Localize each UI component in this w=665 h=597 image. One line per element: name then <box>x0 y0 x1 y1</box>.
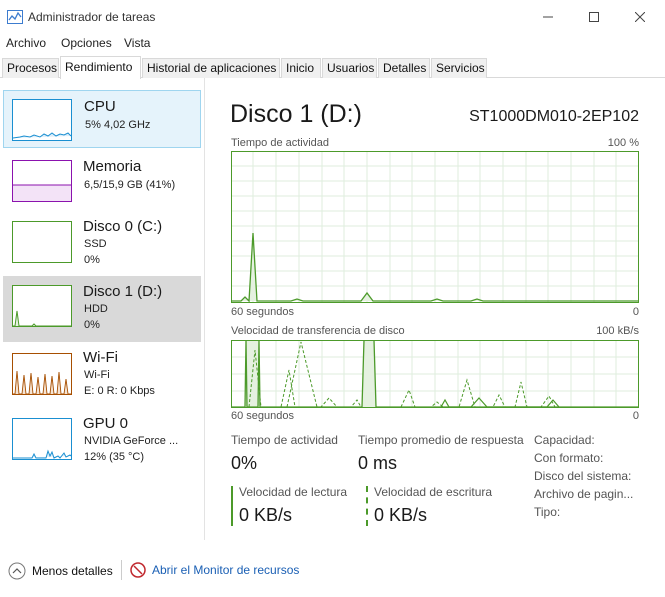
info-pagefile-label: Archivo de pagin... <box>534 487 634 501</box>
sidebar-item-gpu[interactable]: GPU 0 NVIDIA GeForce ... 12% (35 °C) <box>3 412 201 478</box>
menu-archivo[interactable]: Archivo <box>6 36 46 50</box>
disk-title: Disco 1 (D:) <box>230 100 362 128</box>
sidebar-item-detail: NVIDIA GeForce ... <box>84 435 179 447</box>
resource-monitor-label: Abrir el Monitor de recursos <box>152 563 300 577</box>
maximize-button[interactable] <box>571 0 617 34</box>
sidebar-item-memoria[interactable]: Memoria 6,5/15,9 GB (41%) <box>3 155 201 215</box>
info-system-disk-label: Disco del sistema: <box>534 469 632 483</box>
sidebar-item-cpu[interactable]: CPU 5% 4,02 GHz <box>3 90 201 148</box>
cpu-thumbnail-graph <box>12 99 72 141</box>
activity-graph-max: 100 % <box>607 137 639 149</box>
sidebar-item-title: GPU 0 <box>83 415 129 432</box>
sidebar-item-detail: 0% <box>84 254 100 266</box>
sidebar-item-wifi[interactable]: Wi-Fi Wi-Fi E: 0 R: 0 Kbps <box>3 346 201 408</box>
activity-graph-min: 0 <box>632 306 639 318</box>
tab-inicio[interactable]: Inicio <box>281 58 321 78</box>
sidebar-item-detail: SSD <box>84 238 107 250</box>
close-icon <box>635 12 645 22</box>
tab-procesos[interactable]: Procesos <box>2 58 59 78</box>
info-capacity-label: Capacidad: <box>534 433 595 447</box>
response-time-label: Tiempo promedio de respuesta <box>358 433 524 447</box>
title-bar: Administrador de tareas <box>0 0 665 34</box>
open-resource-monitor-link[interactable]: Abrir el Monitor de recursos <box>130 562 299 578</box>
write-speed-label: Velocidad de escritura <box>374 485 493 499</box>
tab-usuarios[interactable]: Usuarios <box>322 58 377 78</box>
sidebar-item-title: Wi-Fi <box>83 349 118 366</box>
sidebar-item-detail: Wi-Fi <box>84 369 110 381</box>
disk0-thumbnail-graph <box>12 221 72 263</box>
transfer-graph-min: 0 <box>632 410 639 422</box>
resource-monitor-icon <box>130 562 146 578</box>
sidebar-item-title: Memoria <box>83 158 142 175</box>
activity-time-label: Tiempo de actividad <box>231 433 338 447</box>
tab-rendimiento[interactable]: Rendimiento <box>60 56 141 79</box>
sidebar-item-title: CPU <box>84 98 116 115</box>
menu-vista[interactable]: Vista <box>124 36 150 50</box>
sidebar-item-detail: 6,5/15,9 GB (41%) <box>84 179 176 191</box>
transfer-graph-label: Velocidad de transferencia de disco <box>231 325 405 337</box>
transfer-graph-max: 100 kB/s <box>596 325 639 337</box>
resource-sidebar: CPU 5% 4,02 GHz Memoria 6,5/15,9 GB (41%… <box>0 78 205 540</box>
activity-graph <box>231 151 639 303</box>
close-button[interactable] <box>617 0 663 34</box>
sidebar-item-detail: E: 0 R: 0 Kbps <box>84 385 155 397</box>
info-format-label: Con formato: <box>534 451 604 465</box>
memory-thumbnail-graph <box>12 160 72 202</box>
menu-opciones[interactable]: Opciones <box>61 36 112 50</box>
sidebar-item-disco-0[interactable]: Disco 0 (C:) SSD 0% <box>3 216 201 278</box>
fewer-details-label: Menos detalles <box>32 564 113 578</box>
transfer-graph <box>231 340 639 408</box>
gpu-thumbnail-graph <box>12 418 72 460</box>
sidebar-item-detail: 5% 4,02 GHz <box>85 119 151 131</box>
wifi-thumbnail-graph <box>12 353 72 395</box>
transfer-graph-time: 60 segundos <box>231 410 294 422</box>
sidebar-item-detail: 12% (35 °C) <box>84 451 145 463</box>
fewer-details-button[interactable]: Menos detalles <box>8 562 113 580</box>
tab-servicios[interactable]: Servicios <box>431 58 487 78</box>
tab-detalles[interactable]: Detalles <box>378 58 430 78</box>
info-type-label: Tipo: <box>534 505 561 519</box>
maximize-icon <box>589 12 599 22</box>
sidebar-item-title: Disco 0 (C:) <box>83 218 163 235</box>
separator <box>121 560 122 580</box>
activity-graph-label: Tiempo de actividad <box>231 137 330 149</box>
bottom-bar: Menos detalles Abrir el Monitor de recur… <box>0 556 665 597</box>
sidebar-item-disco-1[interactable]: Disco 1 (D:) HDD 0% <box>3 276 201 342</box>
write-speed-indicator <box>366 486 368 526</box>
read-speed-label: Velocidad de lectura <box>239 485 348 499</box>
disk-model: ST1000DM010-2EP102 <box>469 108 639 125</box>
tab-historial[interactable]: Historial de aplicaciones <box>142 58 280 78</box>
window-title: Administrador de tareas <box>28 10 156 24</box>
tab-strip: Procesos Rendimiento Historial de aplica… <box>0 56 665 79</box>
sidebar-item-detail: HDD <box>84 303 108 315</box>
write-speed-value: 0 KB/s <box>374 505 428 525</box>
menu-bar: Archivo Opciones Vista <box>0 34 665 52</box>
minimize-icon <box>543 16 553 18</box>
minimize-button[interactable] <box>525 0 571 34</box>
activity-graph-time: 60 segundos <box>231 306 294 318</box>
task-manager-icon <box>7 10 23 24</box>
read-speed-value: 0 KB/s <box>239 505 293 525</box>
sidebar-item-detail: 0% <box>84 319 100 331</box>
disk1-thumbnail-graph <box>12 285 72 327</box>
response-time-value: 0 ms <box>358 453 398 473</box>
chevron-up-icon <box>8 562 26 580</box>
activity-time-value: 0% <box>231 453 258 473</box>
read-speed-indicator <box>231 486 233 526</box>
sidebar-item-title: Disco 1 (D:) <box>83 283 163 300</box>
